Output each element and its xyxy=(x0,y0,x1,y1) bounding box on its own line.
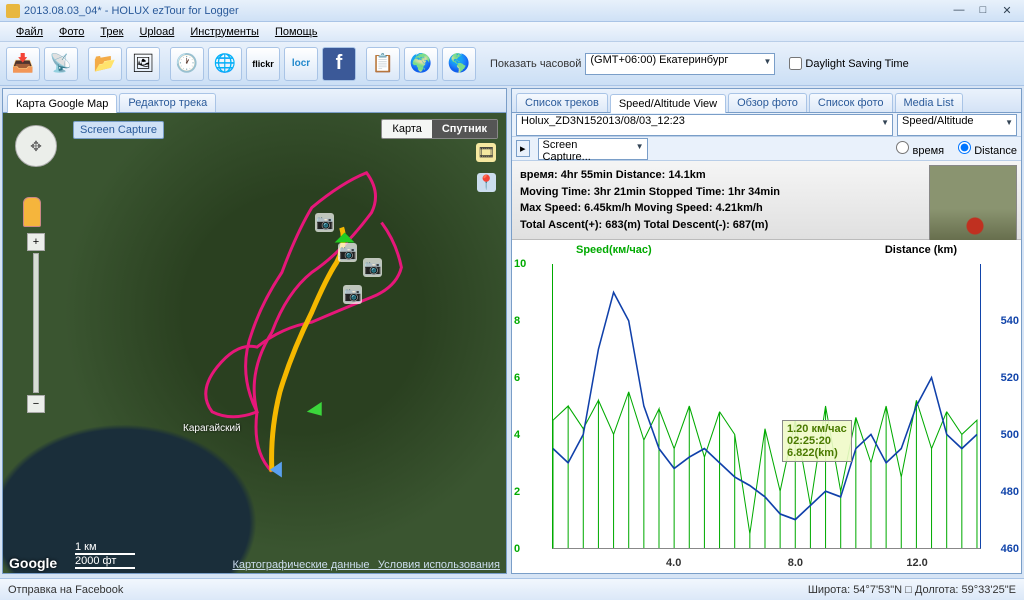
tab-photo-overview[interactable]: Обзор фото xyxy=(728,93,807,112)
google-logo: Google xyxy=(9,555,57,571)
close-button[interactable]: ✕ xyxy=(996,4,1018,18)
photo-marker-icon[interactable]: 📷 xyxy=(315,213,334,232)
dst-checkbox-input[interactable] xyxy=(789,57,802,70)
menu-tools[interactable]: Инструменты xyxy=(182,24,267,40)
screen-capture2-button[interactable]: Screen Capture... xyxy=(538,138,648,160)
map-type-switch: Карта Спутник xyxy=(381,119,498,139)
main-split: Карта Google Map Редактор трека ★ 📷 📷 📷 … xyxy=(0,86,1024,576)
tab-track-list[interactable]: Список треков xyxy=(516,93,608,112)
status-left: Отправка на Facebook xyxy=(8,584,123,596)
tool-export-icon[interactable]: 📋 xyxy=(366,47,400,81)
tool-device-icon[interactable]: 📡 xyxy=(44,47,78,81)
tool-facebook-icon[interactable]: f xyxy=(322,47,356,81)
radio-distance[interactable]: Distance xyxy=(952,141,1017,157)
menubar: Файл Фото Трек Upload Инструменты Помощь xyxy=(0,22,1024,42)
chart-title-distance: Distance (km) xyxy=(885,244,957,256)
tab-google-map[interactable]: Карта Google Map xyxy=(7,94,117,113)
app-icon xyxy=(6,4,20,18)
chart-titles: Speed(км/час) Distance (km) xyxy=(516,244,1017,256)
chart-options-bar: ▸ Screen Capture... время Distance xyxy=(512,137,1021,161)
map-attribution[interactable]: Картографические данные Условия использо… xyxy=(232,559,500,571)
pin-marker-icon[interactable]: 📍 xyxy=(477,173,496,192)
menu-file[interactable]: Файл xyxy=(8,24,51,40)
left-panel: Карта Google Map Редактор трека ★ 📷 📷 📷 … xyxy=(2,88,507,574)
tool-earth2-icon[interactable]: 🌎 xyxy=(442,47,476,81)
maptype-satellite[interactable]: Спутник xyxy=(432,120,497,138)
track-stats: время: 4hr 55min Distance: 14.1km Moving… xyxy=(512,161,1021,240)
menu-upload[interactable]: Upload xyxy=(131,24,182,40)
maptype-map[interactable]: Карта xyxy=(382,120,431,138)
place-label: Карагайский xyxy=(183,423,241,434)
zoom-control: + − xyxy=(27,233,45,413)
minimize-button[interactable]: — xyxy=(948,4,970,18)
right-tabs: Список треков Speed/Altitude View Обзор … xyxy=(512,89,1021,113)
menu-track[interactable]: Трек xyxy=(92,24,131,40)
radio-time[interactable]: время xyxy=(890,141,944,157)
screen-capture-button[interactable]: Screen Capture xyxy=(73,121,164,139)
tab-speed-altitude[interactable]: Speed/Altitude View xyxy=(610,94,726,113)
tool-clock-icon[interactable]: 🕐 xyxy=(170,47,204,81)
photo-marker-icon[interactable]: 📷 xyxy=(338,243,357,262)
titlebar: 2013.08.03_04* - HOLUX ezTour for Logger… xyxy=(0,0,1024,22)
chart-title-speed: Speed(км/час) xyxy=(576,244,652,256)
toolbar: 📥 📡 📂 🖼 🕐 🌐 flickr locr f 📋 🌍 🌎 Показать… xyxy=(0,42,1024,86)
statusbar: Отправка на Facebook Широта: 54°7'53"N □… xyxy=(0,578,1024,600)
timezone-select[interactable]: (GMT+06:00) Екатеринбург xyxy=(585,53,775,75)
menu-photo[interactable]: Фото xyxy=(51,24,92,40)
track-select[interactable]: Holux_ZD3N152013/08/03_12:23 xyxy=(516,114,893,136)
dst-checkbox[interactable]: Daylight Saving Time xyxy=(789,57,908,70)
photo-marker-icon[interactable]: 📷 xyxy=(363,258,382,277)
chart-tooltip: 1.20 км/час 02:25:20 6.822(km) xyxy=(782,420,852,462)
tool-photos-icon[interactable]: 🖼 xyxy=(126,47,160,81)
timezone-label: Показать часовой xyxy=(490,58,581,70)
status-coords: Широта: 54°7'53"N □ Долгота: 59°33'25"E xyxy=(808,584,1016,596)
zoom-in-button[interactable]: + xyxy=(27,233,45,251)
plot-area xyxy=(552,264,981,549)
tab-photo-list[interactable]: Список фото xyxy=(809,93,893,112)
tool-globe-icon[interactable]: 🌐 xyxy=(208,47,242,81)
streetview-pegman-icon[interactable] xyxy=(23,197,41,227)
zoom-slider[interactable] xyxy=(33,253,39,393)
gps-track: ★ xyxy=(3,113,506,571)
speed-altitude-chart[interactable]: Speed(км/час) Distance (km) 1.20 км/час … xyxy=(512,240,1021,573)
tool-folder-icon[interactable]: 📂 xyxy=(88,47,122,81)
pan-control[interactable]: ✥ xyxy=(15,125,57,167)
left-tabs: Карта Google Map Редактор трека xyxy=(3,89,506,113)
tab-media-list[interactable]: Media List xyxy=(895,93,963,112)
tool-flickr-icon[interactable]: flickr xyxy=(246,47,280,81)
right-panel: Список треков Speed/Altitude View Обзор … xyxy=(511,88,1022,574)
zoom-out-button[interactable]: − xyxy=(27,395,45,413)
photo-marker-icon[interactable]: 📷 xyxy=(343,285,362,304)
expand-button[interactable]: ▸ xyxy=(516,140,530,157)
tab-track-editor[interactable]: Редактор трека xyxy=(119,93,216,112)
maximize-button[interactable]: □ xyxy=(972,4,994,18)
tool-locr-icon[interactable]: locr xyxy=(284,47,318,81)
track-selector-bar: Holux_ZD3N152013/08/03_12:23 Speed/Altit… xyxy=(512,113,1021,137)
film-marker-icon[interactable]: 🎞 xyxy=(476,143,496,162)
menu-help[interactable]: Помощь xyxy=(267,24,326,40)
window-title: 2013.08.03_04* - HOLUX ezTour for Logger xyxy=(24,5,239,17)
tool-import-icon[interactable]: 📥 xyxy=(6,47,40,81)
chart-mode-select[interactable]: Speed/Altitude xyxy=(897,114,1017,136)
tool-earth-icon[interactable]: 🌍 xyxy=(404,47,438,81)
map-view[interactable]: ★ 📷 📷 📷 📷 🎞 📍 Screen Capture Карта Спутн… xyxy=(3,113,506,573)
map-scale: 1 км 2000 фт xyxy=(75,541,135,569)
